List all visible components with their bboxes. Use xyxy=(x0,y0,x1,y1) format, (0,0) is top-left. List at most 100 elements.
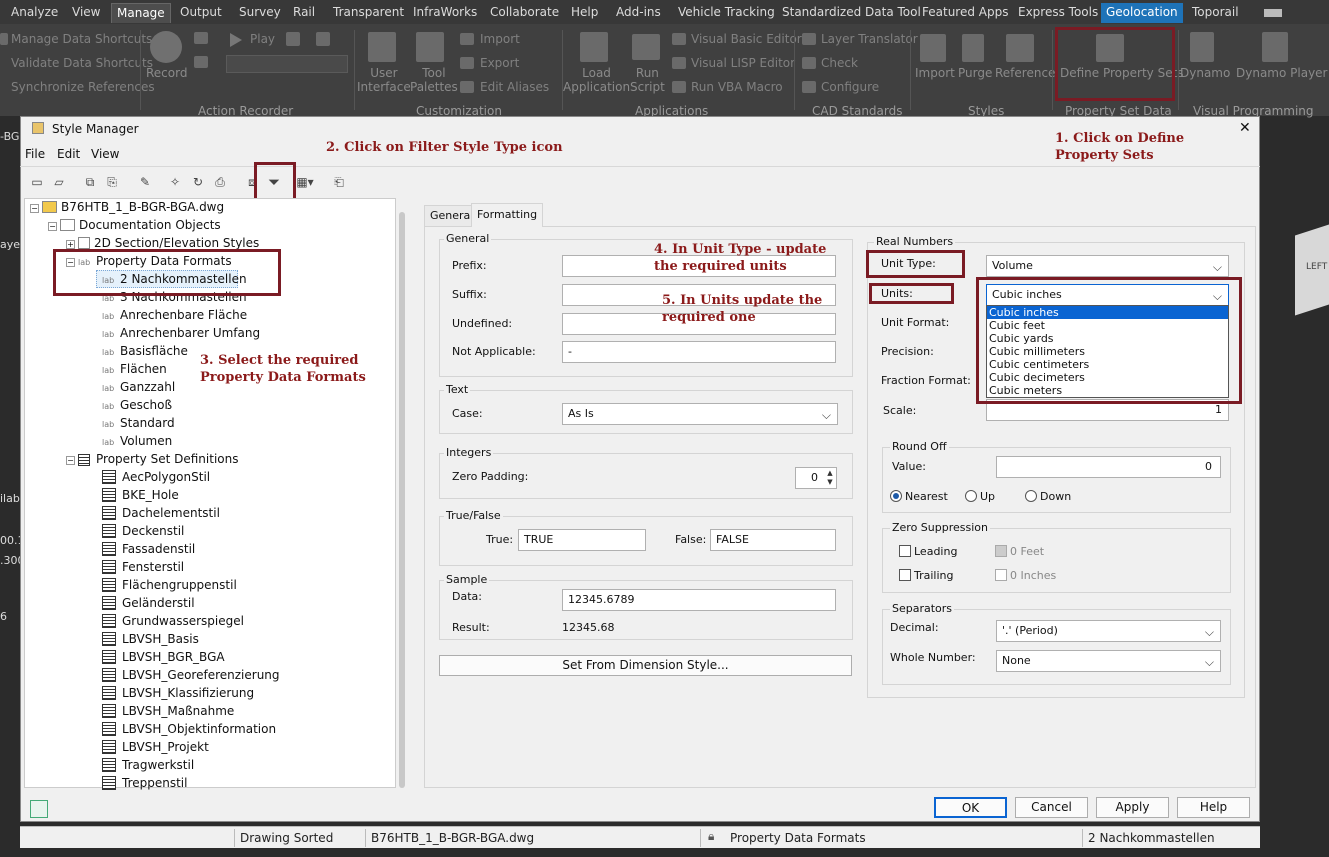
reference-icon[interactable] xyxy=(1006,34,1034,62)
import-styles-button[interactable]: Import xyxy=(915,66,955,80)
tree-psd-item[interactable]: Geländerstil xyxy=(102,594,195,612)
validate-data-shortcuts-button[interactable]: Validate Data Shortcuts xyxy=(11,56,153,70)
tab-manage[interactable]: Manage xyxy=(111,3,171,23)
tab-toporail[interactable]: Toporail xyxy=(1187,3,1244,23)
apply-button[interactable]: Apply xyxy=(1096,797,1169,818)
visual-lisp-editor-button[interactable]: Visual LISP Editor xyxy=(691,56,795,70)
tab-survey[interactable]: Survey xyxy=(234,3,286,23)
unit-type-select[interactable]: Volume xyxy=(986,255,1229,277)
dynamo-player-button[interactable]: Dynamo Player xyxy=(1236,66,1328,80)
tab-output[interactable]: Output xyxy=(175,3,227,23)
tree-psd-item[interactable]: Grundwasserspiegel xyxy=(102,612,244,630)
tree-pdf-item[interactable]: lab Flächen xyxy=(102,360,167,378)
tab-analyze[interactable]: Analyze xyxy=(6,3,63,23)
menu-file[interactable]: File xyxy=(25,147,45,161)
tree-psd-item[interactable]: Deckenstil xyxy=(102,522,184,540)
tree-pdf-item[interactable]: lab Ganzzahl xyxy=(102,378,175,396)
tab-rail[interactable]: Rail xyxy=(288,3,320,23)
synchronize-references-button[interactable]: Synchronize References xyxy=(11,80,155,94)
import-styles-icon[interactable] xyxy=(920,34,946,62)
macro-select[interactable] xyxy=(226,55,348,73)
tree-scrollbar[interactable] xyxy=(399,212,405,788)
cancel-button[interactable]: Cancel xyxy=(1015,797,1088,818)
refresh-icon[interactable]: ↻ xyxy=(190,174,206,190)
stepper-arrows-icon[interactable]: ▲ ▼ xyxy=(825,469,835,487)
load-application-icon[interactable] xyxy=(580,32,608,62)
tree-psd-item[interactable]: Fassadenstil xyxy=(102,540,195,558)
dynamo-icon[interactable] xyxy=(1190,32,1214,62)
save-macro-icon[interactable] xyxy=(286,32,300,46)
user-interface-icon[interactable] xyxy=(368,32,396,62)
open-drawing-icon[interactable]: ▱ xyxy=(51,174,67,190)
tab-collaborate[interactable]: Collaborate xyxy=(485,3,564,23)
layer-translator-icon[interactable] xyxy=(802,33,816,45)
run-script-icon[interactable] xyxy=(632,34,660,60)
up-radio[interactable]: Up xyxy=(965,490,995,503)
vb-editor-icon[interactable] xyxy=(672,33,686,45)
tree-root[interactable]: − B76HTB_1_B-BGR-BGA.dwg xyxy=(30,198,224,216)
whole-number-select[interactable]: None xyxy=(996,650,1221,672)
configure-icon[interactable] xyxy=(802,81,816,93)
inquiry-icon[interactable]: ⎗ xyxy=(331,174,347,190)
tab-infraworks[interactable]: InfraWorks xyxy=(408,3,482,23)
check-icon[interactable] xyxy=(802,57,816,69)
run-vba-icon[interactable] xyxy=(672,81,686,93)
manage-data-shortcuts-button[interactable]: Manage Data Shortcuts xyxy=(11,32,152,46)
lisp-editor-icon[interactable] xyxy=(672,57,686,69)
run-vba-macro-button[interactable]: Run VBA Macro xyxy=(691,80,783,94)
tree-psd-item[interactable]: LBVSH_Klassifizierung xyxy=(102,684,254,702)
tree-property-set-definitions[interactable]: − Property Set Definitions xyxy=(66,450,238,468)
tree-psd-item[interactable]: LBVSH_Objektinformation xyxy=(102,720,276,738)
tree-pdf-item[interactable]: lab Geschoß xyxy=(102,396,172,414)
tree-pdf-item[interactable]: lab Anrechenbarer Umfang xyxy=(102,324,260,342)
tree-psd-item[interactable]: Flächengruppenstil xyxy=(102,576,237,594)
leading-checkbox[interactable]: Leading xyxy=(899,545,957,558)
layer-translator-button[interactable]: Layer Translator xyxy=(821,32,918,46)
dynamo-button[interactable]: Dynamo xyxy=(1180,66,1230,80)
copy-icon[interactable]: ⧉ xyxy=(82,174,98,190)
tab-view[interactable]: View xyxy=(67,3,105,23)
macro-settings-icon[interactable] xyxy=(316,32,330,46)
tree-psd-item[interactable]: LBVSH_Maßnahme xyxy=(102,702,234,720)
tab-add-ins[interactable]: Add-ins xyxy=(611,3,666,23)
comment-icon[interactable] xyxy=(194,32,208,44)
paste-icon[interactable]: ⎘ xyxy=(104,174,120,190)
close-icon[interactable]: ✕ xyxy=(1239,120,1251,136)
tree-psd-item[interactable]: LBVSH_Basis xyxy=(102,630,199,648)
tree-psd-item[interactable]: LBVSH_BGR_BGA xyxy=(102,648,225,666)
edit-aliases-button[interactable]: Edit Aliases xyxy=(480,80,549,94)
inquiry-status-icon[interactable] xyxy=(30,800,48,818)
tree-psd-item[interactable]: Dachelementstil xyxy=(102,504,220,522)
tab-standardized-data-tool[interactable]: Standardized Data Tool xyxy=(777,3,926,23)
menu-view[interactable]: View xyxy=(91,147,119,161)
tab-geolocation[interactable]: Geolocation xyxy=(1101,3,1183,23)
edit-style-icon[interactable]: ✎ xyxy=(137,174,153,190)
case-select[interactable]: As Is xyxy=(562,403,838,425)
purge-icon[interactable] xyxy=(962,34,984,62)
play-button[interactable]: Play xyxy=(250,32,275,46)
record-icon[interactable] xyxy=(150,31,182,63)
purge-button[interactable]: Purge xyxy=(958,66,992,80)
tree-psd-item[interactable]: LBVSH_Projekt xyxy=(102,738,209,756)
decimal-select[interactable]: '.' (Period) xyxy=(996,620,1221,642)
tool-palettes-icon[interactable] xyxy=(416,32,444,62)
reference-button[interactable]: Reference xyxy=(995,66,1055,80)
false-input[interactable]: FALSE xyxy=(710,529,836,551)
tree-psd-item[interactable]: Fensterstil xyxy=(102,558,184,576)
sort-icon[interactable]: ⎙ xyxy=(212,174,228,190)
export-icon[interactable] xyxy=(460,57,474,69)
play-icon[interactable] xyxy=(230,33,242,47)
tree-pdf-item[interactable]: lab Standard xyxy=(102,414,175,432)
not-applicable-input[interactable]: - xyxy=(562,341,836,363)
tree-psd-item[interactable]: LBVSH_Georeferenzierung xyxy=(102,666,280,684)
tab-express-tools[interactable]: Express Tools xyxy=(1013,3,1103,23)
visual-basic-editor-button[interactable]: Visual Basic Editor xyxy=(691,32,802,46)
configure-button[interactable]: Configure xyxy=(821,80,879,94)
tab-formatting[interactable]: Formatting xyxy=(471,203,544,227)
down-radio[interactable]: Down xyxy=(1025,490,1071,503)
check-button[interactable]: Check xyxy=(821,56,858,70)
trailing-checkbox[interactable]: Trailing xyxy=(899,569,954,582)
sample-data-input[interactable]: 12345.6789 xyxy=(562,589,836,611)
tab-help[interactable]: Help xyxy=(566,3,603,23)
marker-icon[interactable] xyxy=(194,56,208,68)
